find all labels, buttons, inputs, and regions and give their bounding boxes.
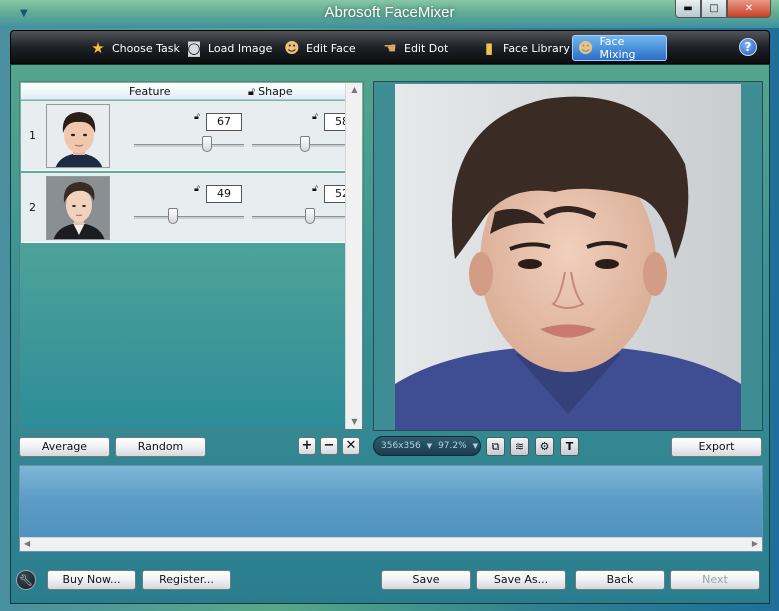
- close-button[interactable]: ✕: [727, 0, 771, 18]
- add-face-button[interactable]: +: [298, 437, 316, 455]
- tab-label: Load Image: [208, 41, 273, 55]
- tab-face-mixing[interactable]: ☻ Face Mixing: [572, 35, 667, 61]
- feature-value-input[interactable]: 67: [206, 113, 242, 131]
- scroll-down-icon[interactable]: ▼: [346, 415, 363, 429]
- slider-track[interactable]: [134, 144, 244, 147]
- tab-label: Edit Dot: [404, 41, 449, 55]
- camera-icon: ◙: [186, 39, 202, 57]
- tab-label: Choose Task: [112, 41, 180, 55]
- lock-icon: 🔓︎: [248, 85, 256, 98]
- feature-slider[interactable]: 🔓︎ 49: [134, 179, 246, 229]
- scroll-right-icon[interactable]: ▶: [752, 539, 758, 548]
- tab-choose-task[interactable]: ★ Choose Task: [85, 35, 184, 61]
- zoom-level-label: 97.2%: [438, 441, 467, 451]
- delete-face-button[interactable]: ✕: [342, 437, 360, 455]
- people-icon: ☻: [284, 39, 300, 57]
- lock-icon[interactable]: 🔓︎: [194, 184, 200, 194]
- list-item[interactable]: 2 🔓︎ 49 🔓︎ 52: [21, 173, 362, 243]
- face-thumbnail: [46, 176, 110, 240]
- mixed-face-preview: [373, 81, 763, 431]
- horizontal-scrollbar[interactable]: ◀ ▶: [20, 537, 762, 551]
- back-button[interactable]: Back: [575, 570, 665, 590]
- chevron-down-icon[interactable]: ▼: [427, 442, 432, 450]
- main-content: Feature 🔓︎ Shape 1 🔓︎ 67 🔓︎ 58 2 🔓︎ 49 🔓…: [10, 64, 770, 604]
- scroll-up-icon[interactable]: ▲: [346, 83, 363, 97]
- minimize-button[interactable]: ▬: [675, 0, 701, 18]
- register-button[interactable]: Register...: [142, 570, 231, 590]
- fit-view-icon[interactable]: ⧉: [486, 437, 505, 456]
- slider-thumb[interactable]: [300, 136, 310, 152]
- lock-icon[interactable]: 🔓︎: [312, 184, 318, 194]
- list-header: Feature 🔓︎ Shape: [21, 83, 345, 100]
- chevron-down-icon[interactable]: ▼: [473, 442, 478, 450]
- list-item[interactable]: 1 🔓︎ 67 🔓︎ 58: [21, 101, 362, 171]
- lock-icon[interactable]: 🔓︎: [312, 112, 318, 122]
- window-title: Abrosoft FaceMixer: [324, 4, 455, 21]
- pointing-hand-icon: ☚: [383, 39, 397, 57]
- row-number: 2: [29, 201, 36, 214]
- feature-slider[interactable]: 🔓︎ 67: [134, 107, 246, 157]
- tab-edit-face[interactable]: ☻ Edit Face: [279, 35, 360, 61]
- folder-icon: ▮: [484, 39, 494, 57]
- random-button[interactable]: Random: [115, 437, 206, 457]
- tab-label: Face Mixing: [599, 35, 636, 61]
- title-bar: ▼ Abrosoft FaceMixer ▬ □ ✕: [0, 0, 779, 28]
- face-thumbnail: [46, 104, 110, 168]
- row-number: 1: [29, 129, 36, 142]
- compare-icon[interactable]: ≋: [510, 437, 529, 456]
- feature-column-header: Feature: [129, 85, 171, 98]
- next-button: Next: [670, 570, 760, 590]
- shape-column-header: 🔓︎ Shape: [248, 85, 293, 99]
- gear-icon[interactable]: ⚙: [535, 437, 554, 456]
- mixed-face-image: [395, 84, 741, 430]
- vertical-scrollbar[interactable]: ▲ ▼: [345, 83, 362, 429]
- maximize-button[interactable]: □: [701, 0, 727, 18]
- text-tool-icon[interactable]: T: [560, 437, 579, 456]
- lock-icon[interactable]: 🔓︎: [194, 112, 200, 122]
- slider-thumb[interactable]: [202, 136, 212, 152]
- people-icon: ☻: [577, 39, 594, 57]
- image-size-label: 356x356: [381, 441, 421, 451]
- main-toolbar: ★ Choose Task ◙ Load Image ☻ Edit Face ☚…: [10, 30, 770, 64]
- star-icon: ★: [91, 39, 105, 57]
- remove-face-button[interactable]: −: [320, 437, 338, 455]
- tab-face-library[interactable]: ▮ Face Library: [476, 35, 574, 61]
- face-mix-list: Feature 🔓︎ Shape 1 🔓︎ 67 🔓︎ 58 2 🔓︎ 49 🔓…: [19, 81, 364, 431]
- export-button[interactable]: Export: [671, 437, 762, 457]
- average-button[interactable]: Average: [19, 437, 110, 457]
- tab-edit-dot[interactable]: ☚ Edit Dot: [377, 35, 452, 61]
- wrench-icon[interactable]: 🔧︎: [16, 570, 36, 590]
- slider-thumb[interactable]: [305, 208, 315, 224]
- buy-now-button[interactable]: Buy Now...: [47, 570, 136, 590]
- slider-thumb[interactable]: [168, 208, 178, 224]
- help-icon[interactable]: ?: [739, 38, 757, 56]
- scroll-left-icon[interactable]: ◀: [24, 539, 30, 548]
- tab-label: Face Library: [503, 41, 570, 55]
- face-strip-panel[interactable]: ◀ ▶: [19, 465, 763, 552]
- save-button[interactable]: Save: [381, 570, 471, 590]
- tab-label: Edit Face: [306, 41, 356, 55]
- window-controls: ▬ □ ✕: [675, 0, 771, 18]
- feature-value-input[interactable]: 49: [206, 185, 242, 203]
- zoom-control[interactable]: 356x356 ▼ 97.2% ▼: [373, 436, 481, 456]
- slider-track[interactable]: [134, 216, 244, 219]
- shape-header-label: Shape: [258, 85, 293, 98]
- save-as-button[interactable]: Save As...: [476, 570, 566, 590]
- tab-load-image[interactable]: ◙ Load Image: [181, 35, 276, 61]
